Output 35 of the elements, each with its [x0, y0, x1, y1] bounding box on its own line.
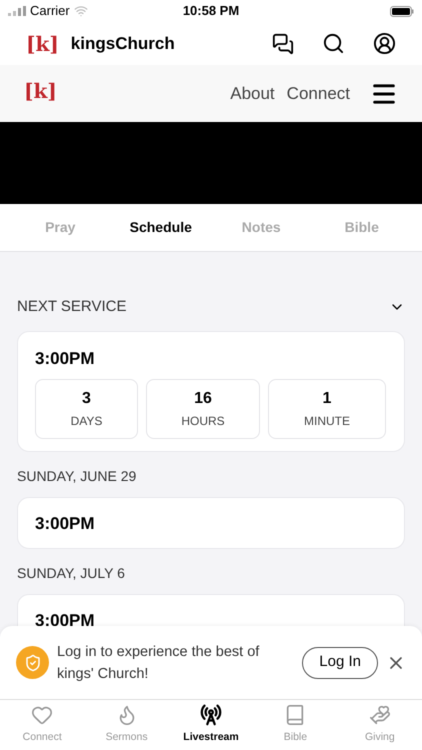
logo: [k] — [26, 34, 59, 54]
login-message: Log in to experience the best of kings' Church! — [57, 642, 260, 684]
countdown-unit: DAYS — [70, 415, 102, 427]
nav-link[interactable]: Connect — [286, 80, 350, 106]
messages-icon[interactable] — [272, 32, 294, 54]
antenna-icon — [200, 704, 222, 726]
service-card[interactable]: 3:00PM — [17, 594, 405, 626]
wifi-icon — [74, 4, 88, 18]
heart-icon — [31, 704, 54, 726]
login-button[interactable]: Log In — [302, 646, 378, 678]
site-logo: [k] — [24, 79, 57, 103]
service-date: SUNDAY, JULY 6 — [17, 564, 126, 583]
app-title: kingsChurch — [70, 32, 176, 55]
service-card[interactable]: 3:00PM — [17, 497, 405, 549]
signal-icon — [8, 6, 26, 16]
heart-hand-icon — [368, 704, 391, 726]
countdown-value: 16 — [194, 391, 212, 407]
tab-bar-item[interactable]: Livestream — [168, 700, 254, 750]
search-icon[interactable] — [322, 32, 345, 55]
battery-icon — [390, 6, 414, 16]
service-time: 3:00PM — [35, 513, 95, 535]
tab[interactable]: Schedule — [110, 217, 211, 238]
profile-icon[interactable] — [373, 32, 396, 55]
countdown-unit: MINUTE — [304, 415, 350, 427]
clock: 10:58 PM — [182, 2, 240, 20]
carrier: Carrier — [30, 2, 70, 20]
section-heading: NEXT SERVICE — [17, 297, 126, 317]
countdown-unit: HOURS — [181, 415, 225, 427]
countdown-value: 3 — [82, 391, 91, 407]
shield-icon — [16, 646, 49, 679]
nav-link[interactable]: About — [230, 80, 275, 106]
service-time: 3:00PM — [35, 348, 96, 370]
service-date: SUNDAY, JUNE 29 — [17, 467, 138, 486]
countdown-value: 1 — [322, 391, 332, 407]
service-time: 3:00PM — [35, 610, 95, 626]
